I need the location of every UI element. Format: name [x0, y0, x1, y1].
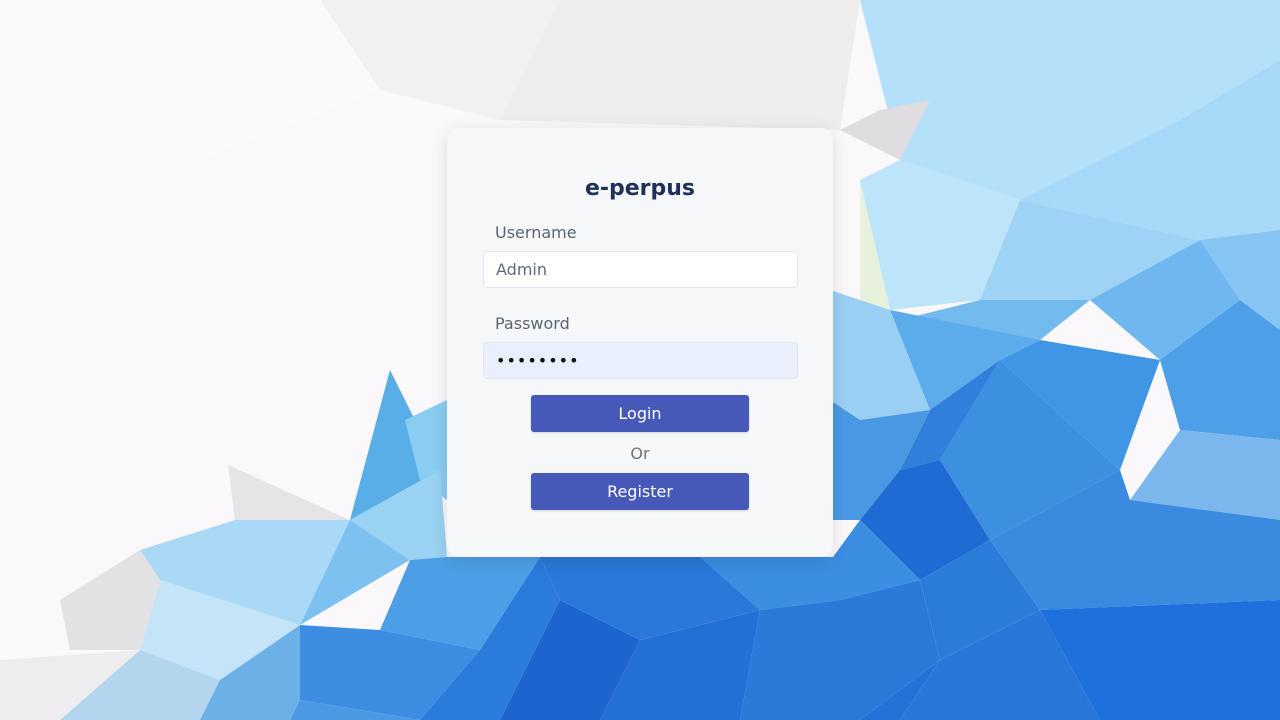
or-separator: Or — [630, 444, 650, 463]
username-input[interactable] — [483, 251, 798, 288]
password-input[interactable] — [483, 342, 798, 379]
register-button[interactable]: Register — [531, 473, 749, 510]
login-button[interactable]: Login — [531, 395, 749, 432]
password-label: Password — [495, 314, 570, 333]
app-title: e-perpus — [584, 176, 696, 201]
username-label: Username — [495, 223, 577, 242]
login-page: e-perpus Username Password Login Or Regi… — [0, 0, 1280, 720]
login-card: e-perpus Username Password Login Or Regi… — [447, 128, 833, 557]
